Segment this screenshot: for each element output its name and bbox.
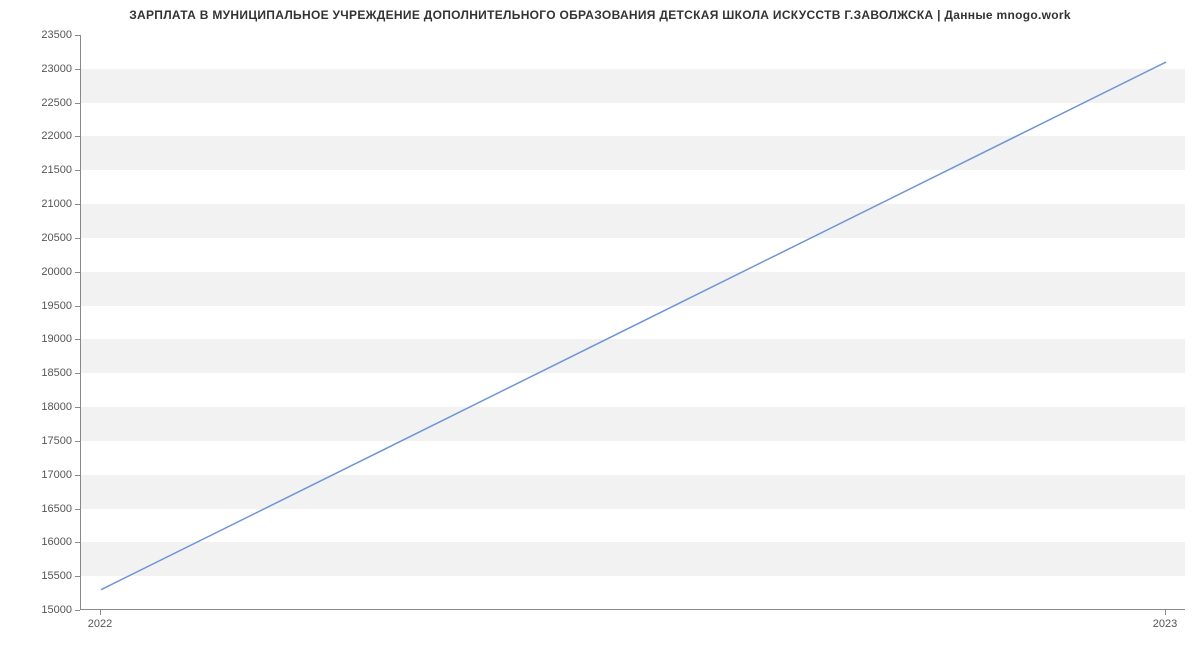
x-tick-mark xyxy=(1165,610,1166,615)
y-tick-mark xyxy=(75,136,80,137)
y-tick-mark xyxy=(75,610,80,611)
y-tick-label: 21500 xyxy=(12,164,72,176)
x-tick-label: 2023 xyxy=(1153,618,1177,630)
y-tick-label: 16500 xyxy=(12,503,72,515)
y-tick-mark xyxy=(75,103,80,104)
y-tick-label: 19500 xyxy=(12,300,72,312)
y-tick-mark xyxy=(75,272,80,273)
x-tick-label: 2022 xyxy=(88,618,112,630)
y-tick-label: 15500 xyxy=(12,570,72,582)
y-tick-mark xyxy=(75,475,80,476)
y-tick-mark xyxy=(75,204,80,205)
y-tick-mark xyxy=(75,407,80,408)
chart-container: ЗАРПЛАТА В МУНИЦИПАЛЬНОЕ УЧРЕЖДЕНИЕ ДОПО… xyxy=(0,0,1200,650)
y-tick-label: 20500 xyxy=(12,232,72,244)
chart-title: ЗАРПЛАТА В МУНИЦИПАЛЬНОЕ УЧРЕЖДЕНИЕ ДОПО… xyxy=(0,8,1200,22)
y-tick-mark xyxy=(75,576,80,577)
y-tick-mark xyxy=(75,542,80,543)
y-tick-mark xyxy=(75,238,80,239)
y-tick-mark xyxy=(75,69,80,70)
y-tick-mark xyxy=(75,35,80,36)
y-tick-label: 17500 xyxy=(12,435,72,447)
y-tick-label: 18500 xyxy=(12,367,72,379)
y-tick-mark xyxy=(75,306,80,307)
y-tick-mark xyxy=(75,373,80,374)
y-tick-label: 23500 xyxy=(12,29,72,41)
y-tick-label: 22000 xyxy=(12,130,72,142)
y-tick-mark xyxy=(75,441,80,442)
y-tick-label: 20000 xyxy=(12,266,72,278)
y-tick-label: 16000 xyxy=(12,536,72,548)
y-tick-label: 17000 xyxy=(12,469,72,481)
y-tick-mark xyxy=(75,509,80,510)
y-tick-label: 18000 xyxy=(12,401,72,413)
chart-line xyxy=(81,35,1185,609)
y-tick-mark xyxy=(75,170,80,171)
y-tick-mark xyxy=(75,339,80,340)
y-tick-label: 15000 xyxy=(12,604,72,616)
y-tick-label: 22500 xyxy=(12,97,72,109)
plot-area xyxy=(80,35,1185,610)
y-tick-label: 23000 xyxy=(12,63,72,75)
y-tick-label: 21000 xyxy=(12,198,72,210)
y-tick-label: 19000 xyxy=(12,333,72,345)
x-tick-mark xyxy=(100,610,101,615)
